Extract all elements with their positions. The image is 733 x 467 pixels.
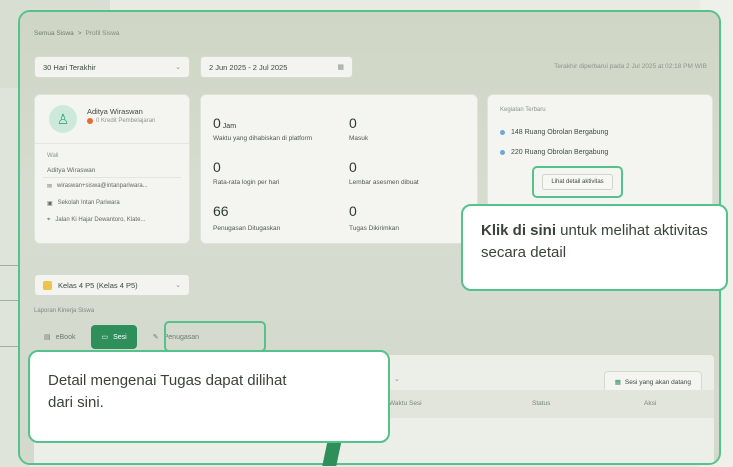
stat-label: Masuk <box>349 135 369 142</box>
guardian-section-label: Wali <box>47 153 59 159</box>
stat-label: Waktu yang dihabiskan di platform <box>213 135 313 142</box>
callout-activity: Klik di sini untuk melihat aktivitas sec… <box>461 204 728 291</box>
breadcrumb-separator: > <box>77 30 82 37</box>
stat-label: Penugasan Ditugaskan <box>213 225 281 232</box>
divider <box>35 143 189 144</box>
screen-icon: ▭ <box>101 334 109 341</box>
class-select[interactable]: Kelas 4 P5 (Kelas 4 P5) ⌄ <box>34 274 190 296</box>
report-section-label: Laporan Kinerja Siswa <box>34 308 95 314</box>
guardian-name: Aditya Wiraswan <box>47 167 96 174</box>
school-text: Sekolah Intan Pariwara <box>57 200 120 206</box>
stats-card: 0 Jam Waktu yang dihabiskan di platform 0… <box>200 94 478 244</box>
class-icon <box>43 280 52 290</box>
school-icon: ▣ <box>47 201 53 207</box>
activity-title: Kegiatan Terbaru <box>500 107 546 113</box>
stat-value: 0 Jam <box>213 115 237 131</box>
activity-item: 220 Ruang Obrolan Bergabung <box>500 149 608 156</box>
date-range-value: 30 Hari Terakhir <box>43 62 96 72</box>
email-text: wiraswan+siswa@intanpariwara... <box>57 183 148 189</box>
school-row: ▣ Sekolah Intan Pariwara <box>47 200 120 207</box>
stat-value: 0 <box>349 115 357 131</box>
tab-penugasan-highlight <box>164 321 266 352</box>
email-row: ✉ wiraswan+siswa@intanpariwara... <box>47 183 148 190</box>
profile-card: ♙ Aditya Wiraswan 0 Kredit Pembelajaran … <box>34 94 190 244</box>
column-header-action: Aksi <box>644 400 657 407</box>
class-select-value: Kelas 4 P5 (Kelas 4 P5) <box>58 280 138 290</box>
stat-label: Tugas Dikirimkan <box>349 225 399 232</box>
address-text: Jalan Ki Hajar Dewantoro, Klate... <box>55 217 146 223</box>
student-name: Aditya Wiraswan <box>87 107 143 116</box>
calendar-icon: ▦ <box>614 379 621 386</box>
chevron-down-icon: ⌄ <box>394 376 400 383</box>
stat-value: 0 <box>349 159 357 175</box>
tab-sesi[interactable]: ▭ Sesi <box>91 325 137 349</box>
activity-detail-highlight: Lihat detail aktivitas <box>532 166 623 198</box>
pencil-icon: ✎ <box>152 334 159 341</box>
breadcrumb: Semua Siswa > Profil Siswa <box>34 30 120 37</box>
date-picker[interactable]: 2 Jun 2025 - 2 Jul 2025 ▦ <box>200 56 353 78</box>
stat-value: 0 <box>349 203 357 219</box>
mail-icon: ✉ <box>47 184 53 190</box>
stat-label: Rata-rata login per hari <box>213 179 280 186</box>
tab-ebook[interactable]: ▤ eBook <box>34 325 85 349</box>
stat-unit: Jam <box>222 123 237 130</box>
breadcrumb-current: Profil Siswa <box>85 30 120 37</box>
chevron-down-icon: ⌄ <box>175 64 181 71</box>
last-updated-text: Terakhir diperbarui pada 2 Jul 2025 at 0… <box>554 63 707 70</box>
book-icon: ▤ <box>44 334 51 341</box>
date-picker-value: 2 Jun 2025 - 2 Jul 2025 <box>209 62 288 72</box>
callout-activity-text: Klik di sini untuk melihat aktivitas sec… <box>481 220 721 264</box>
credit-text: 0 Kredit Pembelajaran <box>96 118 156 124</box>
address-row: ⌖ Jalan Ki Hajar Dewantoro, Klate... <box>47 217 145 224</box>
breadcrumb-parent[interactable]: Semua Siswa <box>34 30 74 37</box>
divider <box>43 177 181 178</box>
callout-tasks: Detail mengenai Tugas dapat dilihat dari… <box>28 350 390 443</box>
stat-label: Lembar asesmen dibuat <box>349 179 419 186</box>
stat-value: 0 <box>213 159 221 175</box>
activity-item: 148 Ruang Obrolan Bergabung <box>500 129 608 136</box>
column-header-status: Status <box>532 400 551 407</box>
chevron-down-icon: ⌄ <box>175 282 181 289</box>
bullet-icon <box>500 130 505 135</box>
credit-info: 0 Kredit Pembelajaran <box>87 118 155 124</box>
location-icon: ⌖ <box>47 217 51 223</box>
activity-detail-button[interactable]: Lihat detail aktivitas <box>542 174 613 190</box>
callout-activity-bold: Klik di sini <box>481 222 557 239</box>
calendar-icon: ▦ <box>337 64 344 71</box>
credit-icon <box>87 118 93 124</box>
user-avatar-icon: ♙ <box>49 105 77 133</box>
bullet-icon <box>500 150 505 155</box>
date-range-select[interactable]: 30 Hari Terakhir ⌄ <box>34 56 190 78</box>
stat-value: 66 <box>213 203 229 219</box>
callout-tasks-text: Detail mengenai Tugas dapat dilihat dari… <box>48 372 287 411</box>
column-header-time: Waktu Sesi <box>389 400 422 407</box>
